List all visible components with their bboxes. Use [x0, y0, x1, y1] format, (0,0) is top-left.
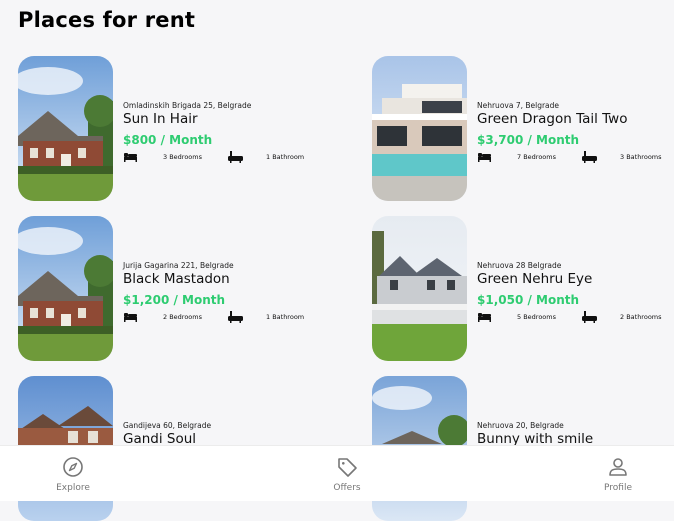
listing-address: Nehruova 20, Belgrade — [477, 421, 564, 430]
bottom-nav: Explore Offers Profile — [0, 445, 674, 501]
bedrooms-label: 2 Bedrooms — [163, 313, 202, 321]
bed-icon — [478, 313, 491, 322]
listing-name: Black Mastadon — [123, 271, 230, 287]
bathtub-icon — [228, 311, 243, 323]
listing-price: $1,200 / Month — [123, 293, 226, 307]
bathrooms-label: 1 Bathroom — [266, 153, 305, 161]
tag-icon — [338, 458, 357, 477]
listing-address: Omladinskih Brigada 25, Belgrade — [123, 101, 252, 110]
person-icon — [609, 458, 627, 476]
nav-offers[interactable]: Offers — [297, 446, 397, 501]
nav-explore-label: Explore — [56, 483, 90, 493]
bedrooms-feature: 2 Bedrooms — [123, 310, 202, 324]
modern-villa-pool-photo — [372, 56, 467, 201]
listing-price: $800 / Month — [123, 133, 213, 147]
listing-card[interactable]: Omladinskih Brigada 25, Belgrade Sun In … — [18, 56, 328, 201]
listing-card[interactable]: Nehruova 28 Belgrade Green Nehru Eye $1,… — [372, 216, 674, 361]
listing-address: Nehruova 28 Belgrade — [477, 261, 562, 270]
nav-offers-label: Offers — [333, 483, 361, 493]
bedrooms-feature: 3 Bedrooms — [123, 150, 202, 164]
listings-grid: Omladinskih Brigada 25, Belgrade Sun In … — [0, 0, 674, 521]
listing-price: $1,050 / Month — [477, 293, 580, 307]
bathtub-icon — [228, 151, 243, 163]
bedrooms-label: 5 Bedrooms — [517, 313, 556, 321]
listing-card[interactable]: Nehruova 7, Belgrade Green Dragon Tail T… — [372, 56, 674, 201]
bathrooms-label: 1 Bathroom — [266, 313, 305, 321]
nav-explore[interactable]: Explore — [23, 446, 123, 501]
bedrooms-feature: 5 Bedrooms — [477, 310, 556, 324]
white-porch-house-photo — [372, 216, 467, 361]
bathrooms-feature: 1 Bathroom — [228, 150, 304, 164]
listing-address: Nehruova 7, Belgrade — [477, 101, 560, 110]
nav-profile-label: Profile — [604, 483, 632, 493]
bedrooms-feature: 7 Bedrooms — [477, 150, 556, 164]
bed-icon — [478, 153, 491, 162]
listing-address: Jurija Gagarina 221, Belgrade — [123, 261, 234, 270]
listing-name: Sun In Hair — [123, 111, 198, 127]
bathrooms-feature: 1 Bathroom — [228, 310, 304, 324]
bathrooms-feature: 2 Bathrooms — [582, 310, 662, 324]
nav-profile[interactable]: Profile — [568, 446, 668, 501]
bathtub-icon — [582, 311, 597, 323]
brick-house-photo — [18, 56, 113, 201]
bed-icon — [124, 153, 137, 162]
listing-card[interactable]: Jurija Gagarina 221, Belgrade Black Mast… — [18, 216, 328, 361]
brick-house-photo — [18, 216, 113, 361]
bed-icon — [124, 313, 137, 322]
bathrooms-label: 3 Bathrooms — [620, 153, 662, 161]
listing-price: $3,700 / Month — [477, 133, 580, 147]
bathrooms-label: 2 Bathrooms — [620, 313, 662, 321]
compass-icon — [63, 457, 83, 477]
bathrooms-feature: 3 Bathrooms — [582, 150, 662, 164]
listing-name: Green Dragon Tail Two — [477, 111, 628, 127]
bedrooms-label: 3 Bedrooms — [163, 153, 202, 161]
bathtub-icon — [582, 151, 597, 163]
listing-address: Gandijeva 60, Belgrade — [123, 421, 212, 430]
listing-name: Green Nehru Eye — [477, 271, 593, 287]
bedrooms-label: 7 Bedrooms — [517, 153, 556, 161]
